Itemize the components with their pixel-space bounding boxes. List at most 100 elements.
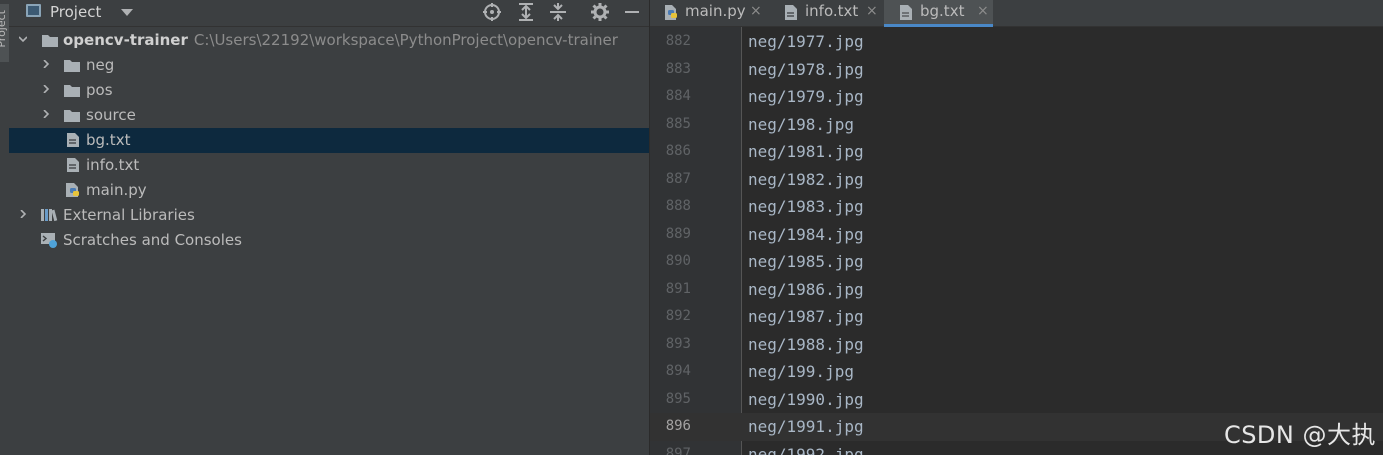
editor-line[interactable]: 895 neg/1990.jpg bbox=[650, 386, 1383, 414]
tree-item-label: main.py bbox=[86, 181, 147, 199]
line-number: 894 bbox=[665, 363, 691, 379]
line-text[interactable]: neg/1984.jpg bbox=[748, 225, 864, 244]
project-panel-title[interactable]: Project bbox=[50, 3, 101, 21]
tab-main-py[interactable]: main.py × bbox=[650, 0, 766, 26]
editor-line[interactable]: 890 neg/1985.jpg bbox=[650, 248, 1383, 276]
project-root-name: opencv-trainer bbox=[63, 31, 188, 49]
close-icon[interactable]: × bbox=[977, 3, 989, 19]
tab-label: info.txt bbox=[805, 2, 859, 20]
line-text[interactable]: neg/1983.jpg bbox=[748, 197, 864, 216]
line-number: 886 bbox=[665, 143, 691, 159]
line-text[interactable]: neg/1987.jpg bbox=[748, 307, 864, 326]
tree-item-label: External Libraries bbox=[63, 206, 195, 224]
project-window-icon bbox=[26, 4, 41, 17]
folder-icon bbox=[64, 85, 80, 97]
editor-line[interactable]: 891 neg/1986.jpg bbox=[650, 276, 1383, 304]
line-number: 888 bbox=[665, 198, 691, 214]
tree-item-label: bg.txt bbox=[86, 131, 131, 149]
line-number: 889 bbox=[665, 225, 691, 242]
line-number: 890 bbox=[665, 253, 691, 269]
line-number: 882 bbox=[665, 33, 691, 49]
collapse-all-icon[interactable] bbox=[548, 2, 568, 22]
line-text[interactable]: neg/1988.jpg bbox=[748, 335, 864, 354]
line-text[interactable]: neg/1981.jpg bbox=[748, 142, 864, 161]
settings-icon[interactable] bbox=[590, 2, 610, 22]
line-number: 893 bbox=[665, 335, 691, 352]
project-tool-window-tab[interactable]: Project bbox=[0, 4, 9, 62]
tree-item-label: pos bbox=[86, 81, 113, 99]
folder-icon bbox=[42, 35, 58, 47]
chevron-right-icon[interactable] bbox=[42, 110, 50, 118]
chevron-down-icon[interactable] bbox=[19, 35, 27, 43]
line-number: 895 bbox=[665, 390, 691, 407]
line-number: 885 bbox=[665, 115, 691, 132]
editor-line[interactable]: 888 neg/1983.jpg bbox=[650, 193, 1383, 221]
python-file-icon bbox=[665, 5, 677, 20]
editor-line[interactable]: 894 neg/199.jpg bbox=[650, 358, 1383, 386]
tab-info-txt[interactable]: info.txt × bbox=[768, 0, 882, 26]
editor-tab-bar: main.py × info.txt × bg.txt × bbox=[650, 0, 1383, 27]
close-icon[interactable]: × bbox=[866, 3, 878, 19]
tree-item-label: neg bbox=[86, 56, 115, 74]
project-tool-window-label: Project bbox=[0, 10, 8, 48]
text-file-icon bbox=[900, 5, 912, 20]
tab-label: main.py bbox=[685, 2, 746, 20]
editor-line[interactable]: 887 neg/1982.jpg bbox=[650, 166, 1383, 194]
line-text[interactable]: neg/1977.jpg bbox=[748, 32, 864, 51]
line-text[interactable]: neg/1990.jpg bbox=[748, 390, 864, 409]
editor-pane: main.py × info.txt × bg.txt × 882 neg/197… bbox=[650, 0, 1383, 455]
line-text[interactable]: neg/1978.jpg bbox=[748, 60, 864, 79]
tab-bg-txt[interactable]: bg.txt × bbox=[884, 0, 993, 27]
tree-item-main-py[interactable]: main.py bbox=[9, 178, 649, 203]
hide-icon[interactable] bbox=[622, 2, 642, 22]
chevron-right-icon[interactable] bbox=[42, 60, 50, 68]
editor-line[interactable]: 893 neg/1988.jpg bbox=[650, 331, 1383, 359]
chevron-down-icon[interactable] bbox=[121, 9, 133, 16]
line-text[interactable]: neg/1985.jpg bbox=[748, 252, 864, 271]
tree-item-label: source bbox=[86, 106, 136, 124]
line-text[interactable]: neg/1986.jpg bbox=[748, 280, 864, 299]
tree-item-external-libraries[interactable]: External Libraries bbox=[9, 203, 649, 228]
line-number: 897 bbox=[665, 445, 691, 455]
editor-line[interactable]: 884 neg/1979.jpg bbox=[650, 83, 1383, 111]
project-root-path: C:\Users\22192\workspace\PythonProject\o… bbox=[193, 31, 618, 49]
project-panel-header: Project bbox=[9, 0, 649, 27]
folder-icon bbox=[64, 60, 80, 72]
tree-root-row[interactable]: opencv-trainer C:\Users\22192\workspace\P… bbox=[9, 28, 649, 53]
tab-label: bg.txt bbox=[920, 2, 965, 20]
tree-item-bg-txt[interactable]: bg.txt bbox=[9, 128, 649, 153]
line-text[interactable]: neg/198.jpg bbox=[748, 115, 854, 134]
locate-icon[interactable] bbox=[482, 2, 502, 22]
chevron-right-icon[interactable] bbox=[19, 210, 27, 218]
line-text[interactable]: neg/1992.jpg bbox=[748, 445, 864, 455]
line-number: 884 bbox=[665, 88, 691, 104]
line-text[interactable]: neg/199.jpg bbox=[748, 362, 854, 381]
editor-line[interactable]: 889 neg/1984.jpg bbox=[650, 221, 1383, 249]
tree-item-neg[interactable]: neg bbox=[9, 53, 649, 78]
watermark: CSDN @大执 bbox=[1223, 421, 1376, 449]
python-file-icon bbox=[66, 183, 79, 197]
scratches-icon bbox=[41, 233, 57, 248]
close-icon[interactable]: × bbox=[750, 3, 762, 19]
editor-line[interactable]: 892 neg/1987.jpg bbox=[650, 303, 1383, 331]
folder-icon bbox=[64, 110, 80, 122]
editor-line[interactable]: 886 neg/1981.jpg bbox=[650, 138, 1383, 166]
tree-item-scratches[interactable]: Scratches and Consoles bbox=[9, 228, 649, 253]
chevron-right-icon[interactable] bbox=[42, 85, 50, 93]
tree-item-source[interactable]: source bbox=[9, 103, 649, 128]
line-text[interactable]: neg/1982.jpg bbox=[748, 170, 864, 189]
line-number: 883 bbox=[665, 60, 691, 77]
line-text[interactable]: neg/1991.jpg bbox=[748, 417, 864, 436]
tree-item-label: info.txt bbox=[86, 156, 140, 174]
editor-line[interactable]: 882 neg/1977.jpg bbox=[650, 28, 1383, 56]
line-number: 892 bbox=[665, 308, 691, 324]
editor-line[interactable]: 883 neg/1978.jpg bbox=[650, 56, 1383, 84]
line-text[interactable]: neg/1979.jpg bbox=[748, 87, 864, 106]
expand-all-icon[interactable] bbox=[516, 2, 536, 22]
editor-line[interactable]: 885 neg/198.jpg bbox=[650, 111, 1383, 139]
tree-item-info-txt[interactable]: info.txt bbox=[9, 153, 649, 178]
line-number: 896 bbox=[665, 418, 691, 434]
tree-item-pos[interactable]: pos bbox=[9, 78, 649, 103]
line-number: 887 bbox=[665, 170, 691, 187]
code-lines[interactable]: 882 neg/1977.jpg 883 neg/1978.jpg 884 neg/197… bbox=[650, 27, 1383, 455]
